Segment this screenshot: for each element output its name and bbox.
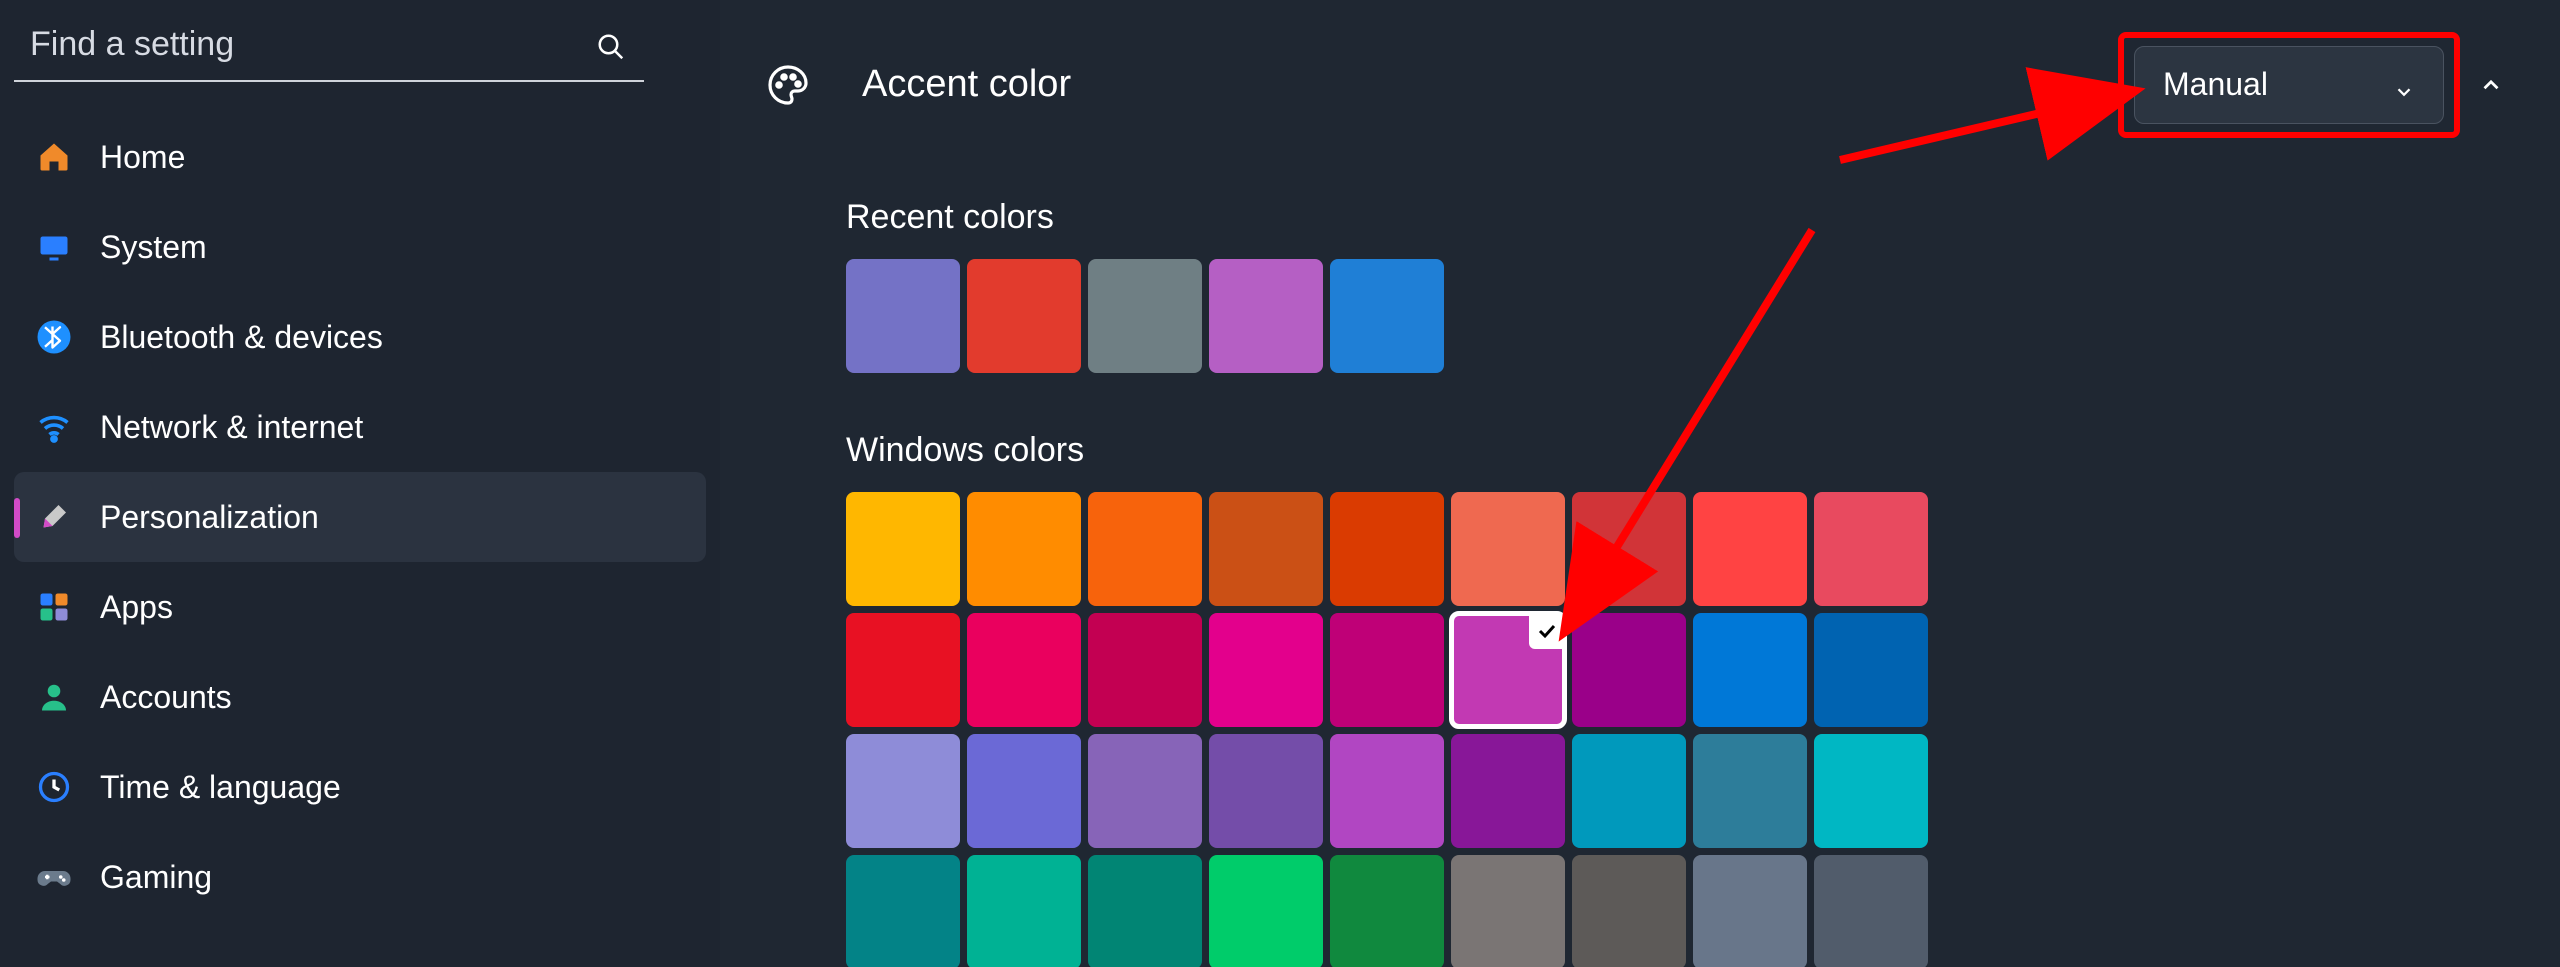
sidebar-item-system[interactable]: System bbox=[14, 202, 706, 292]
recent-color-swatch[interactable] bbox=[967, 259, 1081, 373]
windows-color-swatch[interactable] bbox=[1572, 613, 1686, 727]
windows-color-swatch[interactable] bbox=[1451, 492, 1565, 606]
windows-color-swatch[interactable] bbox=[1814, 492, 1928, 606]
brush-icon bbox=[36, 499, 72, 535]
sidebar-item-home[interactable]: Home bbox=[14, 112, 706, 202]
windows-color-swatch[interactable] bbox=[1693, 855, 1807, 967]
windows-color-swatch[interactable] bbox=[1088, 734, 1202, 848]
recent-colors-title: Recent colors bbox=[846, 198, 2560, 237]
windows-color-swatch[interactable] bbox=[1330, 734, 1444, 848]
recent-colors-row bbox=[846, 259, 2560, 373]
chevron-down-icon bbox=[2393, 74, 2415, 96]
sidebar-item-label: Home bbox=[100, 139, 185, 176]
sidebar-item-label: Gaming bbox=[100, 859, 212, 896]
windows-color-swatch[interactable] bbox=[1572, 492, 1686, 606]
search-input[interactable] bbox=[14, 14, 644, 82]
windows-colors-row bbox=[846, 492, 2560, 606]
windows-color-swatch[interactable] bbox=[1572, 734, 1686, 848]
sidebar-item-label: System bbox=[100, 229, 207, 266]
windows-color-swatch[interactable] bbox=[846, 734, 960, 848]
windows-color-swatch[interactable] bbox=[1209, 613, 1323, 727]
palette-icon bbox=[764, 61, 812, 109]
windows-color-swatch[interactable] bbox=[1088, 492, 1202, 606]
search-wrap bbox=[14, 14, 644, 82]
sidebar-item-gaming[interactable]: Gaming bbox=[14, 832, 706, 922]
recent-colors-section: Recent colors bbox=[720, 198, 2560, 373]
sidebar-item-label: Time & language bbox=[100, 769, 341, 806]
wifi-icon bbox=[36, 409, 72, 445]
windows-color-swatch[interactable] bbox=[846, 855, 960, 967]
windows-color-swatch[interactable] bbox=[967, 492, 1081, 606]
accounts-icon bbox=[36, 679, 72, 715]
windows-color-swatch[interactable] bbox=[1693, 492, 1807, 606]
windows-color-swatch[interactable] bbox=[1209, 734, 1323, 848]
dropdown-value: Manual bbox=[2163, 66, 2268, 103]
collapse-section-button[interactable] bbox=[2466, 60, 2516, 110]
time-icon bbox=[36, 769, 72, 805]
nav-list: Home System Bluetooth & devices Network & i… bbox=[14, 112, 706, 922]
windows-colors-grid bbox=[846, 492, 2560, 967]
sidebar-item-label: Accounts bbox=[100, 679, 232, 716]
sidebar-item-bluetooth-devices[interactable]: Bluetooth & devices bbox=[14, 292, 706, 382]
recent-color-swatch[interactable] bbox=[1209, 259, 1323, 373]
sidebar-item-label: Personalization bbox=[100, 499, 319, 536]
recent-color-swatch[interactable] bbox=[1330, 259, 1444, 373]
windows-colors-row bbox=[846, 613, 2560, 727]
windows-color-swatch[interactable] bbox=[1088, 855, 1202, 967]
windows-color-swatch[interactable] bbox=[1814, 855, 1928, 967]
windows-color-swatch[interactable] bbox=[1451, 855, 1565, 967]
sidebar-item-accounts[interactable]: Accounts bbox=[14, 652, 706, 742]
windows-color-swatch[interactable] bbox=[967, 613, 1081, 727]
windows-color-swatch[interactable] bbox=[1693, 734, 1807, 848]
apps-icon bbox=[36, 589, 72, 625]
windows-color-swatch[interactable] bbox=[1693, 613, 1807, 727]
windows-colors-row bbox=[846, 855, 2560, 967]
windows-color-swatch[interactable] bbox=[1330, 855, 1444, 967]
bluetooth-icon bbox=[36, 319, 72, 355]
accent-color-header: Accent color Manual bbox=[720, 0, 2560, 170]
windows-color-swatch[interactable] bbox=[1330, 613, 1444, 727]
gaming-icon bbox=[36, 859, 72, 895]
windows-color-swatch[interactable] bbox=[1451, 734, 1565, 848]
windows-color-swatch[interactable] bbox=[1572, 855, 1686, 967]
windows-color-swatch[interactable] bbox=[1451, 613, 1565, 727]
sidebar-item-apps[interactable]: Apps bbox=[14, 562, 706, 652]
recent-color-swatch[interactable] bbox=[1088, 259, 1202, 373]
accent-color-mode-dropdown[interactable]: Manual bbox=[2134, 46, 2444, 124]
windows-color-swatch[interactable] bbox=[1209, 855, 1323, 967]
windows-color-swatch[interactable] bbox=[1209, 492, 1323, 606]
sidebar-item-network-internet[interactable]: Network & internet bbox=[14, 382, 706, 472]
sidebar-item-label: Network & internet bbox=[100, 409, 363, 446]
sidebar-item-time-language[interactable]: Time & language bbox=[14, 742, 706, 832]
windows-color-swatch[interactable] bbox=[1814, 734, 1928, 848]
home-icon bbox=[36, 139, 72, 175]
windows-color-swatch[interactable] bbox=[967, 734, 1081, 848]
search-icon bbox=[596, 32, 626, 62]
windows-color-swatch[interactable] bbox=[1330, 492, 1444, 606]
windows-colors-section: Windows colors bbox=[720, 431, 2560, 967]
sidebar-item-label: Apps bbox=[100, 589, 173, 626]
windows-color-swatch[interactable] bbox=[1814, 613, 1928, 727]
sidebar-item-label: Bluetooth & devices bbox=[100, 319, 383, 356]
checkmark-icon bbox=[1529, 613, 1565, 649]
sidebar: Home System Bluetooth & devices Network & i… bbox=[0, 0, 720, 967]
accent-color-title: Accent color bbox=[862, 63, 2134, 106]
recent-color-swatch[interactable] bbox=[846, 259, 960, 373]
windows-color-swatch[interactable] bbox=[967, 855, 1081, 967]
windows-colors-title: Windows colors bbox=[846, 431, 2560, 470]
main-panel: Accent color Manual Recent colors bbox=[720, 0, 2560, 967]
windows-color-swatch[interactable] bbox=[846, 492, 960, 606]
windows-color-swatch[interactable] bbox=[846, 613, 960, 727]
windows-colors-row bbox=[846, 734, 2560, 848]
system-icon bbox=[36, 229, 72, 265]
windows-color-swatch[interactable] bbox=[1088, 613, 1202, 727]
sidebar-item-personalization[interactable]: Personalization bbox=[14, 472, 706, 562]
